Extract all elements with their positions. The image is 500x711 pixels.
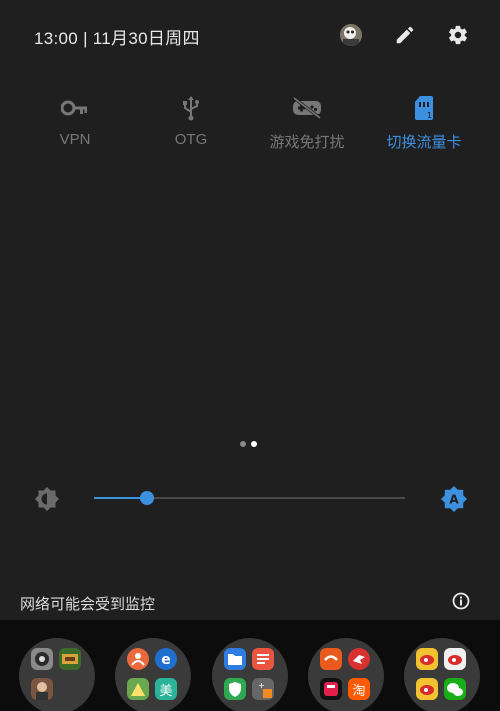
wechat-app-icon[interactable] [444, 678, 466, 700]
gear-icon [449, 25, 467, 45]
tile-label: 游戏免打扰 [269, 134, 345, 151]
game-app-icon-1[interactable] [31, 648, 53, 670]
page-indicator [240, 441, 264, 449]
brightness-slider[interactable] [94, 491, 405, 505]
avatar[interactable] [340, 24, 362, 46]
taobao-app-icon[interactable]: 淘 [348, 678, 370, 700]
tile-vpn[interactable]: VPN [17, 90, 133, 160]
notes-app-icon[interactable] [252, 648, 274, 670]
game-dnd-icon [293, 96, 321, 120]
brightness-slider-thumb[interactable] [139, 491, 154, 505]
bird-app-icon[interactable] [348, 648, 370, 670]
svg-text:+: + [258, 681, 265, 690]
svg-text:A: A [449, 493, 459, 507]
quick-settings-tiles: VPN OTG 游戏免打扰 1 切换流量卡 [0, 90, 500, 160]
svg-text:e: e [161, 652, 171, 668]
tile-otg[interactable]: OTG [133, 90, 249, 160]
sim-card-icon: 1 [415, 96, 433, 120]
network-notice-text: 网络可能会受到监控 [20, 596, 156, 613]
aliexpress-app-icon[interactable] [320, 648, 342, 670]
status-row: 13:00 | 11月30日周四 [0, 0, 500, 72]
brightness-icon [34, 486, 60, 512]
weibo-app-icon[interactable] [416, 648, 438, 670]
game-app-icon-3[interactable] [31, 678, 53, 700]
calculator-app-icon[interactable]: + [252, 678, 274, 700]
tmall-app-icon[interactable] [320, 678, 342, 700]
page-dot[interactable] [240, 441, 246, 447]
brightness-slider-fill [94, 497, 147, 499]
weibo-app-icon-3[interactable] [416, 678, 438, 700]
auto-brightness-icon: A [441, 486, 467, 512]
info-icon[interactable] [452, 592, 470, 610]
green-app-icon[interactable] [127, 678, 149, 700]
tile-switch-sim[interactable]: 1 切换流量卡 [366, 90, 482, 160]
dock: e 美 + 淘 [0, 620, 500, 711]
tile-label: OTG [174, 131, 208, 148]
game-app-icon-2[interactable] [59, 648, 81, 670]
network-notice[interactable]: 网络可能会受到监控 [0, 585, 500, 621]
usb-icon [183, 96, 199, 121]
tile-label: 切换流量卡 [386, 134, 462, 151]
pencil-icon [396, 26, 414, 44]
brightness-row: A [0, 480, 500, 520]
orange-app-icon[interactable] [127, 648, 149, 670]
app-folder[interactable] [19, 638, 95, 711]
app-folder[interactable] [404, 638, 480, 711]
files-app-icon[interactable] [224, 648, 246, 670]
svg-text:1: 1 [427, 111, 432, 120]
security-app-icon[interactable] [224, 678, 246, 700]
tile-game-dnd[interactable]: 游戏免打扰 [249, 90, 365, 160]
app-folder[interactable]: + [212, 638, 288, 711]
key-icon [61, 100, 87, 116]
app-folder[interactable]: e 美 [115, 638, 191, 711]
time-date-text: 13:00 | 11月30日周四 [34, 29, 200, 48]
auto-brightness-button[interactable]: A [440, 485, 468, 513]
weibo-app-icon-2[interactable] [444, 648, 466, 670]
page-dot-active[interactable] [251, 441, 257, 447]
app-folder[interactable]: 淘 [308, 638, 384, 711]
tile-label: VPN [59, 131, 91, 148]
settings-button[interactable] [447, 24, 469, 46]
ie-app-icon[interactable]: e [155, 648, 177, 670]
meituan-app-icon[interactable]: 美 [155, 678, 177, 700]
edit-button[interactable] [394, 24, 416, 46]
